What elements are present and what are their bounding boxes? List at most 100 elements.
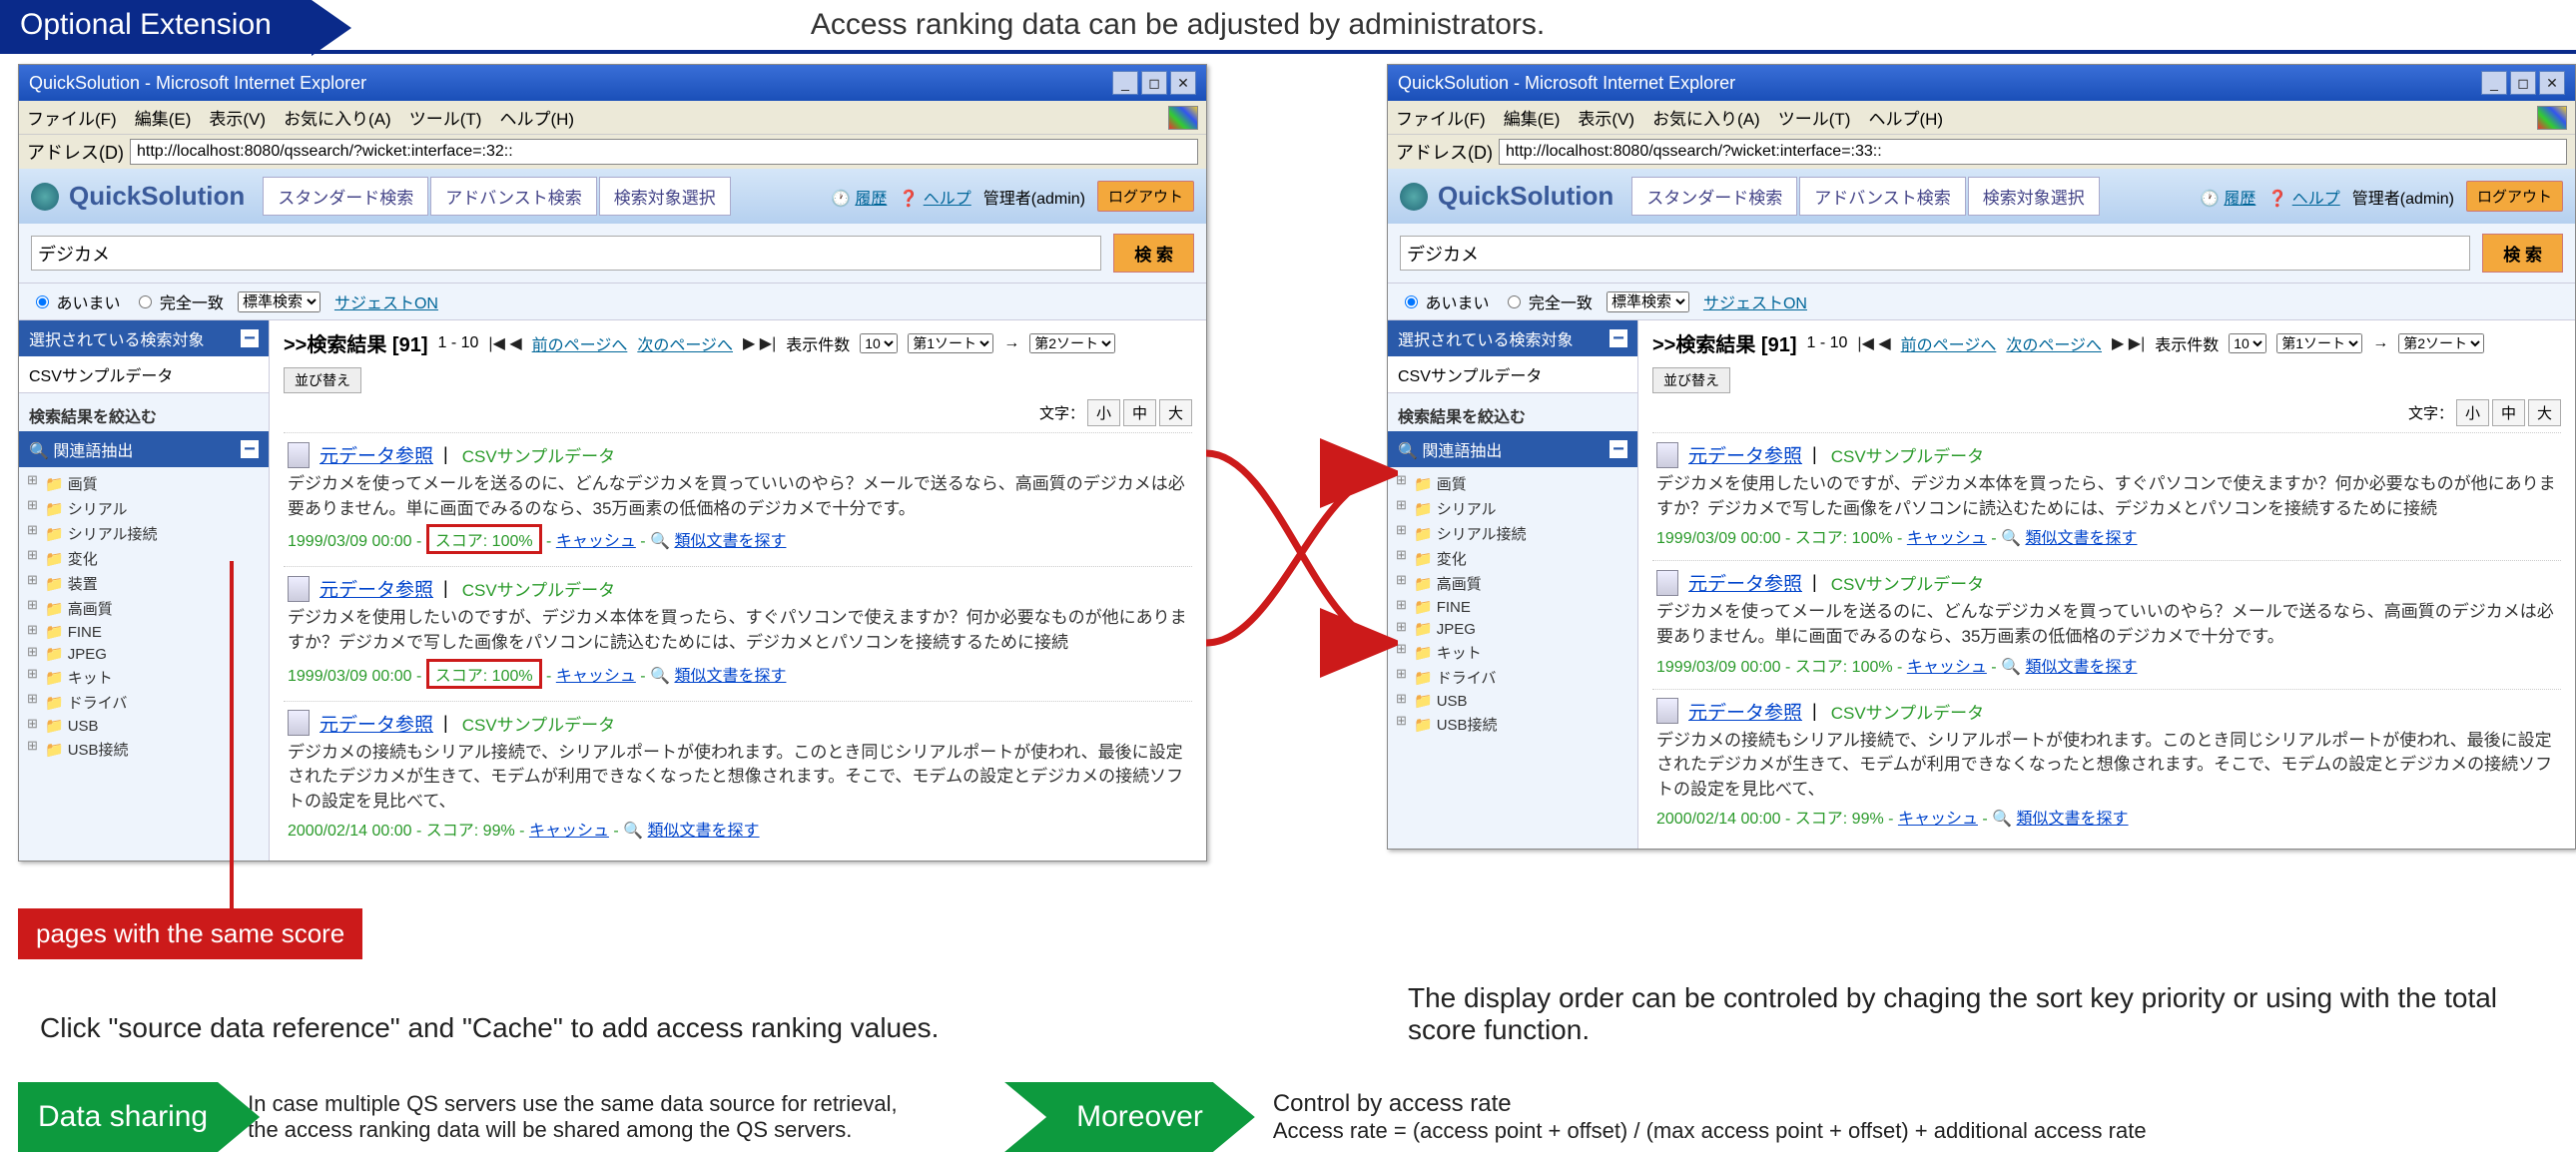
collapse-icon[interactable]: − (1610, 440, 1627, 458)
sort2-select[interactable]: 第2ソート (2398, 333, 2484, 353)
tab-target[interactable]: 検索対象選択 (599, 177, 731, 216)
tree-item[interactable]: 📁JPEG (1396, 618, 1629, 640)
tree-item[interactable]: 📁画質 (1396, 471, 1629, 496)
text-large[interactable]: 大 (2528, 399, 2561, 426)
cache-link[interactable]: キャッシュ (1907, 659, 1987, 676)
tree-item[interactable]: 📁USB接続 (1396, 712, 1629, 737)
result-title-link[interactable]: 元データ参照 (320, 710, 433, 737)
close-button[interactable]: ✕ (2539, 71, 2565, 95)
cache-link[interactable]: キャッシュ (556, 668, 636, 685)
next-page-link[interactable]: 次のページへ (637, 331, 733, 355)
tab-target[interactable]: 検索対象選択 (1968, 177, 2100, 216)
help-link[interactable]: ヘルプ (924, 191, 971, 208)
history-link[interactable]: 履歴 (2224, 191, 2255, 208)
menu-help[interactable]: ヘルプ(H) (499, 105, 574, 130)
logout-button[interactable]: ログアウト (1097, 181, 1194, 212)
sort1-select[interactable]: 第1ソート (908, 333, 993, 353)
help-link[interactable]: ヘルプ (2292, 191, 2340, 208)
address-input[interactable] (1499, 139, 2567, 165)
menu-favorites[interactable]: お気に入り(A) (1652, 105, 1760, 130)
text-large[interactable]: 大 (1159, 399, 1192, 426)
menu-file[interactable]: ファイル(F) (1396, 105, 1486, 130)
search-input[interactable] (31, 236, 1101, 271)
tree-item[interactable]: 📁ドライバ (27, 690, 261, 715)
tree-item[interactable]: 📁シリアル接続 (27, 521, 261, 546)
prev-page-link[interactable]: 前のページへ (1901, 331, 1997, 355)
logout-button[interactable]: ログアウト (2466, 181, 2563, 212)
tree-item[interactable]: 📁シリアル (1396, 496, 1629, 521)
collapse-icon[interactable]: − (241, 329, 259, 347)
tree-item[interactable]: 📁FINE (1396, 596, 1629, 618)
result-title-link[interactable]: 元データ参照 (1688, 441, 1802, 468)
search-button[interactable]: 検 索 (1113, 234, 1194, 273)
reorder-button[interactable]: 並び替え (1652, 367, 1730, 393)
tab-advanced[interactable]: アドバンスト検索 (430, 177, 597, 216)
menu-favorites[interactable]: お気に入り(A) (284, 105, 391, 130)
search-mode-select[interactable]: 標準検索 (1607, 291, 1689, 312)
maximize-button[interactable]: ◻ (1141, 71, 1167, 95)
result-title-link[interactable]: 元データ参照 (320, 441, 433, 468)
tree-item[interactable]: 📁USB接続 (27, 737, 261, 762)
tree-item[interactable]: 📁JPEG (27, 643, 261, 665)
similar-link[interactable]: 類似文書を探す (2025, 530, 2137, 547)
collapse-icon[interactable]: − (241, 440, 259, 458)
address-input[interactable] (130, 139, 1198, 165)
sidebar-related-head[interactable]: 🔍 関連語抽出− (19, 431, 269, 467)
tree-item[interactable]: 📁ドライバ (1396, 665, 1629, 690)
tree-item[interactable]: 📁キット (27, 665, 261, 690)
tree-item[interactable]: 📁装置 (27, 571, 261, 596)
text-mid[interactable]: 中 (1123, 399, 1156, 426)
minimize-button[interactable]: _ (1112, 71, 1138, 95)
tree-item[interactable]: 📁USB (27, 715, 261, 737)
tree-item[interactable]: 📁高画質 (27, 596, 261, 621)
history-link[interactable]: 履歴 (855, 191, 887, 208)
cache-link[interactable]: キャッシュ (1907, 530, 1987, 547)
tab-advanced[interactable]: アドバンスト検索 (1799, 177, 1966, 216)
tree-item[interactable]: 📁USB (1396, 690, 1629, 712)
close-button[interactable]: ✕ (1170, 71, 1196, 95)
result-title-link[interactable]: 元データ参照 (320, 575, 433, 602)
radio-fuzzy[interactable]: あいまい (31, 289, 120, 313)
tree-item[interactable]: 📁高画質 (1396, 571, 1629, 596)
similar-link[interactable]: 類似文書を探す (2025, 659, 2137, 676)
tree-item[interactable]: 📁変化 (1396, 546, 1629, 571)
next-page-link[interactable]: 次のページへ (2006, 331, 2102, 355)
sidebar-related-head[interactable]: 🔍 関連語抽出− (1388, 431, 1637, 467)
radio-exact[interactable]: 完全一致 (134, 289, 223, 313)
maximize-button[interactable]: ◻ (2510, 71, 2536, 95)
tree-item[interactable]: 📁シリアル接続 (1396, 521, 1629, 546)
search-input[interactable] (1400, 236, 2470, 271)
menu-view[interactable]: 表示(V) (1578, 105, 1634, 130)
per-page-select[interactable]: 10 (2229, 333, 2266, 353)
result-title-link[interactable]: 元データ参照 (1688, 698, 1802, 725)
sort2-select[interactable]: 第2ソート (1029, 333, 1115, 353)
text-mid[interactable]: 中 (2492, 399, 2525, 426)
collapse-icon[interactable]: − (1610, 329, 1627, 347)
menu-edit[interactable]: 編集(E) (1504, 105, 1561, 130)
text-small[interactable]: 小 (2456, 399, 2489, 426)
prev-page-link[interactable]: 前のページへ (532, 331, 628, 355)
menu-tools[interactable]: ツール(T) (1778, 105, 1851, 130)
menu-tools[interactable]: ツール(T) (409, 105, 482, 130)
text-small[interactable]: 小 (1087, 399, 1120, 426)
suggest-toggle[interactable]: サジェストON (334, 289, 438, 313)
per-page-select[interactable]: 10 (860, 333, 898, 353)
menu-edit[interactable]: 編集(E) (135, 105, 192, 130)
menu-view[interactable]: 表示(V) (209, 105, 266, 130)
cache-link[interactable]: キャッシュ (556, 533, 636, 550)
tab-standard[interactable]: スタンダード検索 (1631, 177, 1797, 216)
tree-item[interactable]: 📁シリアル (27, 496, 261, 521)
tree-item[interactable]: 📁キット (1396, 640, 1629, 665)
tree-item[interactable]: 📁変化 (27, 546, 261, 571)
tree-item[interactable]: 📁FINE (27, 621, 261, 643)
radio-fuzzy[interactable]: あいまい (1400, 289, 1489, 313)
result-title-link[interactable]: 元データ参照 (1688, 569, 1802, 596)
cache-link[interactable]: キャッシュ (529, 823, 609, 840)
menu-file[interactable]: ファイル(F) (27, 105, 117, 130)
cache-link[interactable]: キャッシュ (1898, 811, 1978, 828)
tree-item[interactable]: 📁画質 (27, 471, 261, 496)
sort1-select[interactable]: 第1ソート (2276, 333, 2362, 353)
similar-link[interactable]: 類似文書を探す (2017, 811, 2129, 828)
minimize-button[interactable]: _ (2481, 71, 2507, 95)
similar-link[interactable]: 類似文書を探す (674, 668, 786, 685)
